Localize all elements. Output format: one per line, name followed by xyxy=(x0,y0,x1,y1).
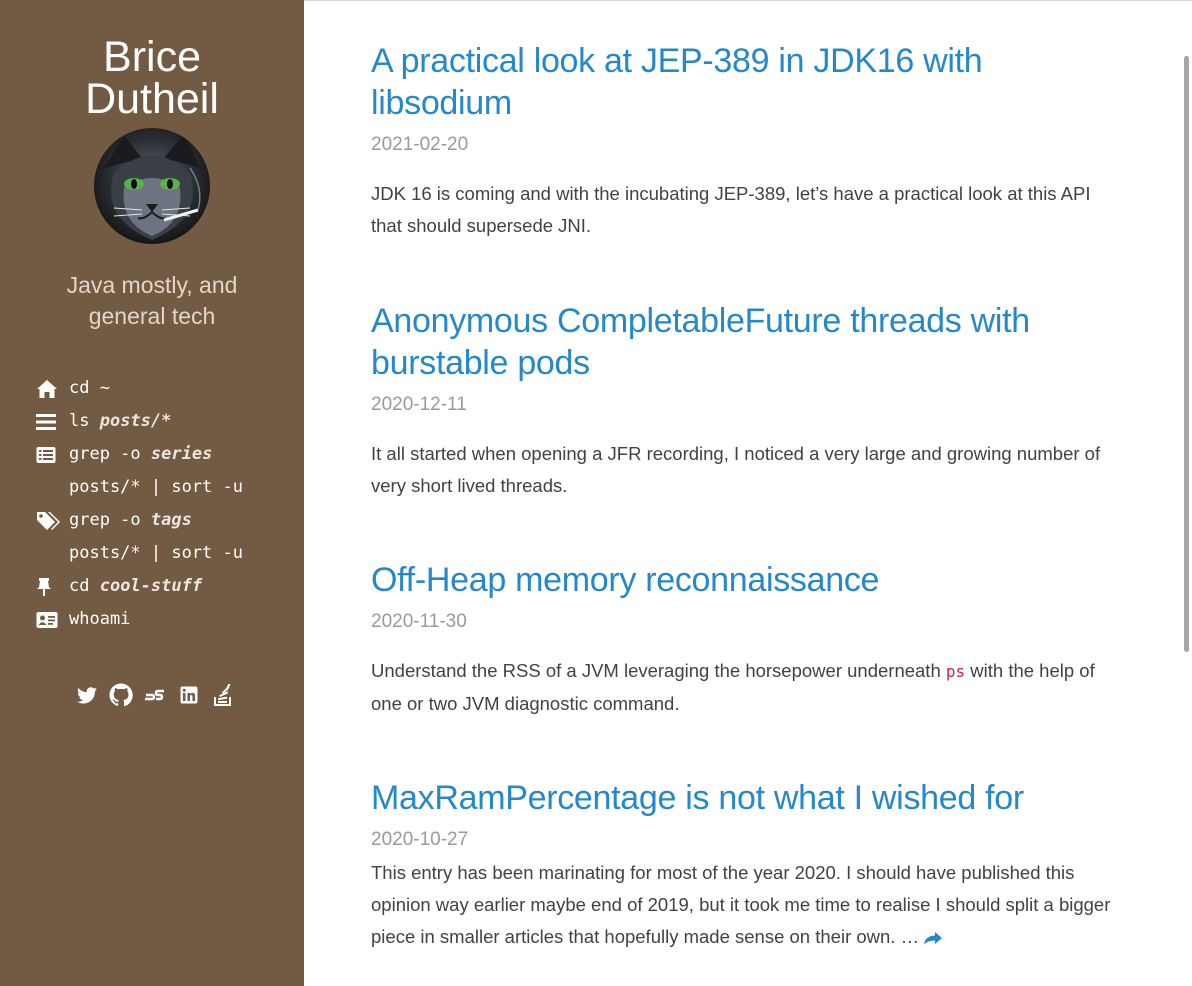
post-date: 2021-02-20 xyxy=(371,134,469,155)
sidebar-nav: cd ~ ls posts/* grep -o series posts/* |… xyxy=(36,372,243,636)
home-icon xyxy=(36,372,60,405)
post-excerpt: Understand the RSS of a JVM leveraging t… xyxy=(371,655,1116,720)
list-alt-icon xyxy=(36,438,60,471)
nav-item-tags-cmd[interactable]: grep -o xyxy=(69,510,151,530)
list-icon xyxy=(36,405,60,438)
nav-item-series[interactable]: grep -o series posts/* | sort -u xyxy=(36,438,243,504)
nav-item-cool-stuff-cmd[interactable]: cd xyxy=(69,576,100,596)
post-date: 2020-11-30 xyxy=(371,611,467,632)
id-card-icon xyxy=(36,603,60,636)
nav-item-home-label[interactable]: cd ~ xyxy=(69,378,110,398)
github-icon[interactable] xyxy=(109,683,133,707)
twitter-icon[interactable] xyxy=(75,683,99,707)
post-excerpt: It all started when opening a JFR record… xyxy=(371,443,1101,496)
tagline-line1: Java mostly, and xyxy=(66,272,238,298)
thumbtack-icon xyxy=(36,570,60,603)
nav-item-cool-stuff[interactable]: cd cool-stuff xyxy=(36,570,243,603)
post-date: 2020-10-27 xyxy=(371,829,469,850)
nav-item-tags-arg[interactable]: tags xyxy=(151,510,192,530)
social-links xyxy=(75,683,235,707)
site-title-line1[interactable]: Brice xyxy=(103,33,201,81)
avatar[interactable] xyxy=(94,128,210,244)
nav-item-series-cmd[interactable]: grep -o xyxy=(69,444,151,464)
nav-item-whoami[interactable]: whoami xyxy=(36,603,243,636)
tagline-line2: general tech xyxy=(88,303,216,329)
inline-code: ps xyxy=(945,662,966,681)
top-border xyxy=(304,0,1192,1)
post-item: Off-Heap memory reconnaissance 2020-11-3… xyxy=(371,559,1116,720)
post-item: Anonymous CompletableFuture threads with… xyxy=(371,300,1116,502)
sidebar: Brice Dutheil Java mostly, and general t… xyxy=(0,0,304,986)
speakerdeck-icon[interactable] xyxy=(143,683,167,707)
nav-item-posts-arg[interactable]: posts/* xyxy=(100,411,172,431)
post-title[interactable]: Off-Heap memory reconnaissance xyxy=(371,559,1116,601)
post-title[interactable]: Anonymous CompletableFuture threads with… xyxy=(371,300,1116,384)
post-excerpt: This entry has been marinating for most … xyxy=(371,857,1116,953)
post-excerpt-text: This entry has been marinating for most … xyxy=(371,862,1111,947)
nav-item-whoami-label[interactable]: whoami xyxy=(69,609,130,629)
scrollbar[interactable] xyxy=(1184,56,1189,652)
nav-item-cool-stuff-arg[interactable]: cool-stuff xyxy=(100,576,202,596)
tags-icon xyxy=(36,504,60,537)
site-title[interactable]: Brice Dutheil xyxy=(0,33,304,123)
post-item: MaxRamPercentage is not what I wished fo… xyxy=(371,777,1116,953)
nav-item-series-arg[interactable]: series xyxy=(151,444,212,464)
post-excerpt: JDK 16 is coming and with the incubating… xyxy=(371,183,1091,236)
nav-item-home[interactable]: cd ~ xyxy=(36,372,243,405)
post-item: A practical look at JEP-389 in JDK16 wit… xyxy=(371,40,1116,242)
stackoverflow-icon[interactable] xyxy=(211,683,235,707)
post-title[interactable]: MaxRamPercentage is not what I wished fo… xyxy=(371,777,1116,819)
tagline: Java mostly, and general tech xyxy=(0,270,304,332)
nav-item-posts-cmd[interactable]: ls xyxy=(69,411,100,431)
post-title[interactable]: A practical look at JEP-389 in JDK16 wit… xyxy=(371,40,1116,124)
nav-item-series-rest[interactable]: posts/* | sort -u xyxy=(69,471,243,504)
post-excerpt-text: Understand the RSS of a JVM leveraging t… xyxy=(371,660,946,681)
site-title-line2[interactable]: Dutheil xyxy=(85,75,219,123)
nav-item-tags-rest[interactable]: posts/* | sort -u xyxy=(69,537,243,570)
post-date: 2020-12-11 xyxy=(371,394,467,415)
nav-item-posts[interactable]: ls posts/* xyxy=(36,405,243,438)
linkedin-icon[interactable] xyxy=(177,683,201,707)
nav-item-tags[interactable]: grep -o tags posts/* | sort -u xyxy=(36,504,243,570)
read-more-icon[interactable] xyxy=(924,926,943,947)
